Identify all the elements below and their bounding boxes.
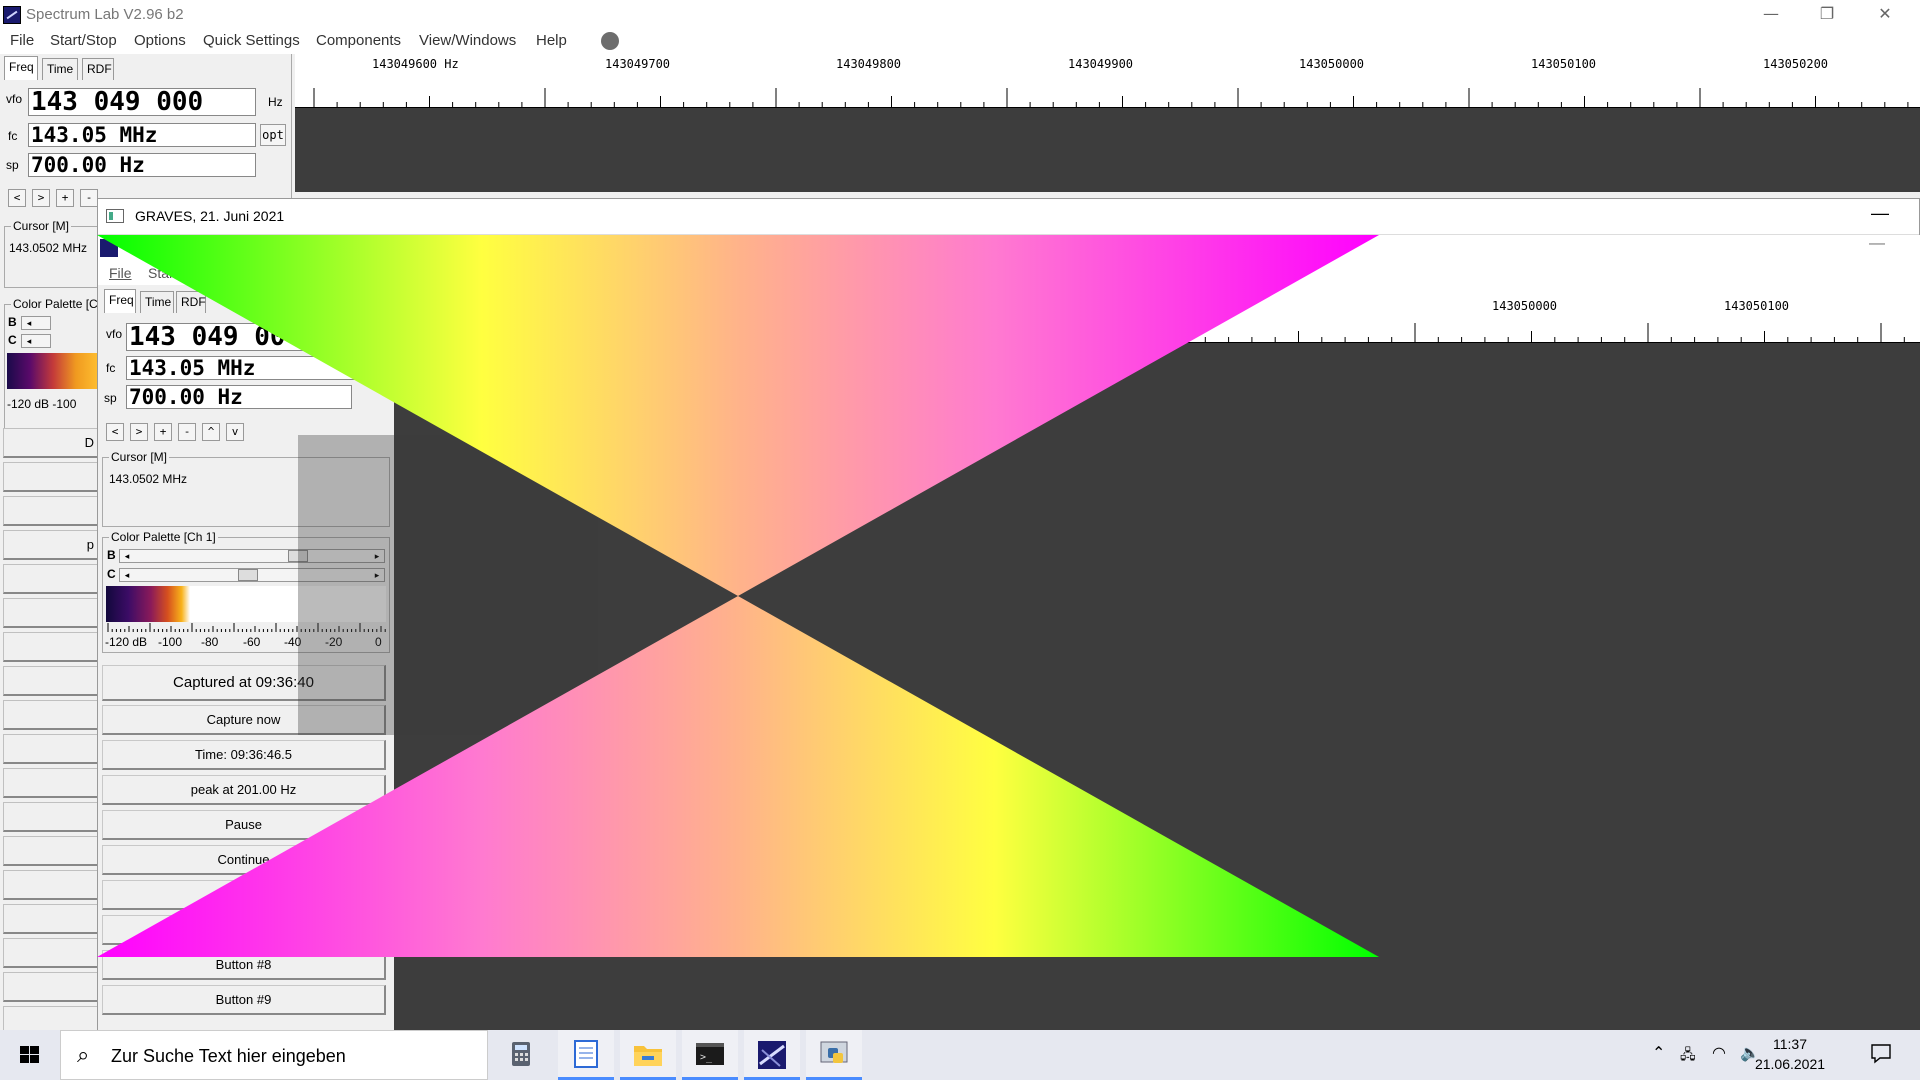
- panel-button-9[interactable]: [3, 700, 99, 730]
- brightness-label: B: [8, 315, 17, 329]
- search-input[interactable]: ⌕ Zur Suche Text hier eingeben: [60, 1030, 488, 1080]
- panel-button-5[interactable]: [3, 564, 99, 594]
- chevron-up-icon[interactable]: ⌃: [1652, 1043, 1665, 1062]
- frequency-scale: 143049600 Hz 143049700 143049800 1430499…: [295, 54, 1920, 108]
- wifi-icon[interactable]: ◠: [1712, 1043, 1726, 1062]
- graves-titlebar[interactable]: GRAVES, 21. Juni 2021 —: [98, 199, 1919, 235]
- freq-scale-label: 143049900: [1068, 57, 1134, 71]
- panel-button-7[interactable]: [3, 632, 99, 662]
- fc-field[interactable]: 143.05 MHz: [28, 123, 256, 147]
- notification-icon[interactable]: [1870, 1042, 1892, 1068]
- menu-options[interactable]: Options: [134, 32, 186, 49]
- main-titlebar[interactable]: Spectrum Lab V2.96 b2 — ❐ ✕: [0, 0, 1920, 30]
- palette-gradient: [7, 353, 99, 389]
- status-dot-icon[interactable]: [601, 32, 619, 50]
- menu-file[interactable]: File: [10, 32, 34, 49]
- main-menubar: File Start/Stop Options Quick Settings C…: [0, 30, 1920, 54]
- vfo-field[interactable]: 143 049 000: [28, 88, 256, 116]
- python-icon[interactable]: [806, 1030, 862, 1080]
- freq-scale-label: 143050000: [1492, 299, 1558, 313]
- windows-start-icon[interactable]: [0, 1030, 60, 1080]
- panel-button-8[interactable]: [3, 666, 99, 696]
- inner-minimize-icon[interactable]: —: [1869, 235, 1885, 253]
- main-spectrum-display[interactable]: 143049600 Hz 143049700 143049800 1430499…: [295, 54, 1920, 192]
- spectrum-lab-icon[interactable]: [744, 1030, 800, 1080]
- menu-help[interactable]: Help: [536, 32, 567, 49]
- panel-button-10[interactable]: [3, 734, 99, 764]
- panel-button-1[interactable]: D: [3, 428, 99, 458]
- tab-time[interactable]: Time: [42, 58, 78, 80]
- graves-title: GRAVES, 21. Juni 2021: [135, 208, 285, 224]
- menu-components[interactable]: Components: [316, 32, 401, 49]
- bowtie-gradient-graphic: [97, 235, 1379, 957]
- spectrum-lab-icon: [3, 6, 21, 24]
- menu-start-stop[interactable]: Start/Stop: [50, 32, 117, 49]
- panel-button-13[interactable]: [3, 836, 99, 866]
- panel-button-11[interactable]: [3, 768, 99, 798]
- clock[interactable]: 11:37 21.06.2021: [1745, 1034, 1835, 1074]
- network-disconnected-icon[interactable]: 🖧: [1680, 1044, 1696, 1068]
- clock-date: 21.06.2021: [1754, 1056, 1826, 1072]
- bowtie-bottom-triangle: [97, 596, 1379, 957]
- panel-button-12[interactable]: [3, 802, 99, 832]
- clock-time: 11:37: [1773, 1036, 1807, 1052]
- notepad-icon[interactable]: [558, 1030, 614, 1080]
- panel-button-17[interactable]: [3, 972, 99, 1002]
- vfo-label: vfo: [6, 92, 23, 106]
- minimize-icon[interactable]: —: [1748, 0, 1794, 30]
- freq-scale-label: 143050000: [1299, 57, 1365, 71]
- file-explorer-icon[interactable]: [620, 1030, 676, 1080]
- bowtie-top-triangle: [97, 235, 1379, 596]
- panel-button-15[interactable]: [3, 904, 99, 934]
- terminal-icon[interactable]: >_: [682, 1030, 738, 1080]
- search-placeholder: Zur Suche Text hier eingeben: [111, 1046, 346, 1066]
- freq-scale-label: 143049800: [836, 57, 902, 71]
- window-title: Spectrum Lab V2.96 b2: [26, 6, 184, 23]
- palette-scale: -120 dB -100: [7, 397, 77, 411]
- close-icon[interactable]: ✕: [1862, 0, 1908, 30]
- freq-scale-label: 143050100: [1531, 57, 1597, 71]
- minimize-icon[interactable]: —: [1871, 203, 1889, 224]
- zoom-out-button[interactable]: -: [80, 189, 98, 207]
- freq-scale-label: 143049600 Hz: [372, 57, 459, 71]
- nav-right-button[interactable]: >: [32, 189, 50, 207]
- contrast-label: C: [8, 333, 17, 347]
- tab-freq[interactable]: Freq: [4, 56, 38, 80]
- contrast-slider[interactable]: ◂: [21, 334, 51, 348]
- cursor-value: 143.0502 MHz: [9, 241, 88, 255]
- menu-quick-settings[interactable]: Quick Settings: [203, 32, 300, 49]
- panel-button-3[interactable]: [3, 496, 99, 526]
- taskbar: ⌕ Zur Suche Text hier eingeben >_ ⌃ 🖧 ◠ …: [0, 1030, 1920, 1080]
- panel-button-14[interactable]: [3, 870, 99, 900]
- freq-scale-label: 143050200: [1763, 57, 1829, 71]
- image-viewer-icon: [106, 209, 124, 223]
- search-icon: ⌕: [77, 1043, 90, 1068]
- sp-field[interactable]: 700.00 Hz: [28, 153, 256, 177]
- sp-label: sp: [6, 158, 19, 172]
- opt-button[interactable]: opt: [260, 124, 286, 146]
- freq-scale-label: 143049700: [605, 57, 671, 71]
- svg-text:>_: >_: [700, 1052, 713, 1063]
- brightness-slider[interactable]: ◂: [21, 316, 51, 330]
- cursor-group-title: Cursor [M]: [11, 219, 72, 233]
- tab-rdf[interactable]: RDF: [82, 58, 114, 80]
- nav-left-button[interactable]: <: [8, 189, 26, 207]
- button-9[interactable]: Button #9: [102, 985, 386, 1015]
- freq-scale-label: 143050100: [1724, 299, 1790, 313]
- panel-button-2[interactable]: [3, 462, 99, 492]
- calculator-icon[interactable]: [494, 1030, 550, 1080]
- fc-label: fc: [8, 129, 18, 143]
- panel-button-16[interactable]: [3, 938, 99, 968]
- panel-button-4[interactable]: p: [3, 530, 99, 560]
- restore-icon[interactable]: ❐: [1804, 0, 1850, 30]
- palette-group-title: Color Palette [C: [11, 297, 100, 311]
- zoom-in-button[interactable]: +: [56, 189, 74, 207]
- panel-button-6[interactable]: [3, 598, 99, 628]
- menu-view-windows[interactable]: View/Windows: [419, 32, 516, 49]
- vfo-unit: Hz: [268, 95, 283, 109]
